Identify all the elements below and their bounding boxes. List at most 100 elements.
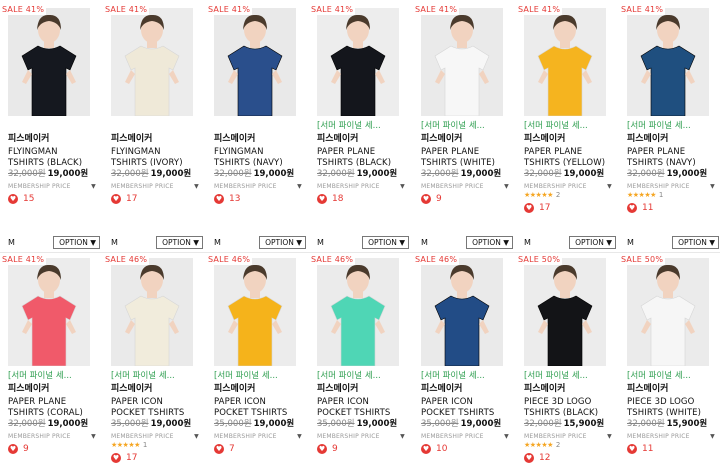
brand-name[interactable]: 피스메이커	[111, 383, 203, 395]
brand-name[interactable]: 피스메이커	[627, 383, 719, 395]
like-row[interactable]: ♥ 11	[627, 443, 719, 455]
chevron-down-icon[interactable]: ▼	[504, 182, 509, 191]
membership-price-toggle[interactable]: MEMBERSHIP PRICE ▼	[111, 432, 203, 441]
product-card[interactable]: SALE 41% [서머 파이널 세... 피스메이커 PAPER PLANE TSH…	[413, 4, 513, 249]
chevron-down-icon[interactable]: ▼	[504, 432, 509, 441]
like-row[interactable]: ♥ 15	[8, 193, 100, 205]
promo-tag[interactable]: [서머 파이널 세...	[317, 120, 409, 132]
product-name[interactable]: PIECE 3D LOGO TSHIRTS (WHITE)	[627, 397, 719, 419]
product-name[interactable]: PAPER PLANE TSHIRTS (BLACK)	[317, 147, 409, 169]
product-image[interactable]	[214, 258, 296, 366]
product-image[interactable]	[111, 258, 193, 366]
product-image[interactable]	[8, 258, 90, 366]
heart-icon[interactable]: ♥	[8, 444, 18, 454]
product-card[interactable]: SALE 41% 피스메이커 FLYINGMAN TSHIRTS (IVORY) 32…	[103, 4, 203, 249]
promo-tag[interactable]: [서머 파이널 세...	[421, 370, 513, 382]
product-image[interactable]	[214, 8, 296, 116]
product-card[interactable]: SALE 46% [서머 파이널 세... 피스메이커 PAPER ICON POCK…	[206, 254, 302, 470]
product-name[interactable]: PAPER ICON POCKET TSHIRTS	[214, 397, 306, 419]
product-name[interactable]: PAPER PLANE TSHIRTS (WHITE)	[421, 147, 513, 169]
brand-name[interactable]: 피스메이커	[214, 133, 306, 145]
heart-icon[interactable]: ♥	[214, 444, 224, 454]
brand-name[interactable]: 피스메이커	[8, 383, 100, 395]
product-card[interactable]: SALE 41% 피스메이커 FLYINGMAN TSHIRTS (BLACK) 32…	[0, 4, 100, 249]
heart-icon[interactable]: ♥	[214, 194, 224, 204]
option-button[interactable]: OPTION ▼	[362, 236, 409, 249]
membership-price-toggle[interactable]: MEMBERSHIP PRICE ▼	[111, 182, 203, 191]
chevron-down-icon[interactable]: ▼	[607, 182, 612, 191]
product-image[interactable]	[524, 8, 606, 116]
like-row[interactable]: ♥ 13	[214, 193, 306, 205]
like-row[interactable]: ♥ 9	[421, 193, 513, 205]
promo-tag[interactable]: [서머 파이널 세...	[627, 120, 719, 132]
brand-name[interactable]: 피스메이커	[317, 133, 409, 145]
product-name[interactable]: PAPER PLANE TSHIRTS (NAVY)	[627, 147, 719, 169]
option-button[interactable]: OPTION ▼	[259, 236, 306, 249]
product-image[interactable]	[421, 258, 503, 366]
promo-tag[interactable]: [서머 파이널 세...	[214, 370, 306, 382]
promo-tag[interactable]	[8, 120, 100, 132]
membership-price-toggle[interactable]: MEMBERSHIP PRICE ▼	[8, 182, 100, 191]
heart-icon[interactable]: ♥	[111, 453, 121, 463]
membership-price-toggle[interactable]: MEMBERSHIP PRICE ▼	[214, 182, 306, 191]
like-row[interactable]: ♥ 9	[317, 443, 409, 455]
promo-tag[interactable]: [서머 파이널 세...	[421, 120, 513, 132]
like-row[interactable]: ♥ 12	[524, 452, 616, 464]
heart-icon[interactable]: ♥	[317, 444, 327, 454]
product-image[interactable]	[317, 8, 399, 116]
product-image[interactable]	[317, 258, 399, 366]
membership-price-toggle[interactable]: MEMBERSHIP PRICE ▼	[317, 432, 409, 441]
like-row[interactable]: ♥ 18	[317, 193, 409, 205]
like-row[interactable]: ♥ 7	[214, 443, 306, 455]
membership-price-toggle[interactable]: MEMBERSHIP PRICE ▼	[524, 182, 616, 191]
like-row[interactable]: ♥ 10	[421, 443, 513, 455]
promo-tag[interactable]: [서머 파이널 세...	[627, 370, 719, 382]
product-name[interactable]: PIECE 3D LOGO TSHIRTS (BLACK)	[524, 397, 616, 419]
product-image[interactable]	[524, 258, 606, 366]
product-card[interactable]: SALE 41% [서머 파이널 세... 피스메이커 PAPER PLANE TSH…	[619, 4, 719, 249]
like-row[interactable]: ♥ 9	[8, 443, 100, 455]
chevron-down-icon[interactable]: ▼	[194, 432, 199, 441]
brand-name[interactable]: 피스메이커	[627, 133, 719, 145]
product-name[interactable]: FLYINGMAN TSHIRTS (NAVY)	[214, 147, 306, 169]
product-image[interactable]	[8, 8, 90, 116]
option-button[interactable]: OPTION ▼	[569, 236, 616, 249]
chevron-down-icon[interactable]: ▼	[91, 182, 96, 191]
option-button[interactable]: OPTION ▼	[466, 236, 513, 249]
product-card[interactable]: SALE 46% [서머 파이널 세... 피스메이커 PAPER ICON POCK…	[103, 254, 199, 470]
brand-name[interactable]: 피스메이커	[524, 133, 616, 145]
product-card[interactable]: SALE 50% [서머 파이널 세... 피스메이커 PIECE 3D LOGO T…	[516, 254, 612, 470]
heart-icon[interactable]: ♥	[524, 203, 534, 213]
promo-tag[interactable]: [서머 파이널 세...	[524, 370, 616, 382]
heart-icon[interactable]: ♥	[627, 444, 637, 454]
like-row[interactable]: ♥ 17	[111, 193, 203, 205]
product-name[interactable]: FLYINGMAN TSHIRTS (IVORY)	[111, 147, 203, 169]
product-name[interactable]: PAPER ICON POCKET TSHIRTS	[317, 397, 409, 419]
option-button[interactable]: OPTION ▼	[53, 236, 100, 249]
membership-price-toggle[interactable]: MEMBERSHIP PRICE ▼	[214, 432, 306, 441]
product-image[interactable]	[627, 258, 709, 366]
product-name[interactable]: PAPER ICON POCKET TSHIRTS	[111, 397, 203, 419]
promo-tag[interactable]: [서머 파이널 세...	[317, 370, 409, 382]
chevron-down-icon[interactable]: ▼	[194, 182, 199, 191]
product-image[interactable]	[421, 8, 503, 116]
brand-name[interactable]: 피스메이커	[317, 383, 409, 395]
heart-icon[interactable]: ♥	[111, 194, 121, 204]
promo-tag[interactable]: [서머 파이널 세...	[111, 370, 203, 382]
brand-name[interactable]: 피스메이커	[111, 133, 203, 145]
product-card[interactable]: SALE 41% [서머 파이널 세... 피스메이커 PAPER PLANE TSH…	[0, 254, 96, 470]
promo-tag[interactable]: [서머 파이널 세...	[524, 120, 616, 132]
chevron-down-icon[interactable]: ▼	[710, 182, 715, 191]
brand-name[interactable]: 피스메이커	[214, 383, 306, 395]
membership-price-toggle[interactable]: MEMBERSHIP PRICE ▼	[627, 432, 719, 441]
product-name[interactable]: PAPER ICON POCKET TSHIRTS	[421, 397, 513, 419]
heart-icon[interactable]: ♥	[421, 444, 431, 454]
chevron-down-icon[interactable]: ▼	[400, 182, 405, 191]
membership-price-toggle[interactable]: MEMBERSHIP PRICE ▼	[524, 432, 616, 441]
brand-name[interactable]: 피스메이커	[421, 383, 513, 395]
membership-price-toggle[interactable]: MEMBERSHIP PRICE ▼	[317, 182, 409, 191]
brand-name[interactable]: 피스메이커	[8, 133, 100, 145]
chevron-down-icon[interactable]: ▼	[400, 432, 405, 441]
promo-tag[interactable]	[111, 120, 203, 132]
product-name[interactable]: PAPER PLANE TSHIRTS (CORAL)	[8, 397, 100, 419]
